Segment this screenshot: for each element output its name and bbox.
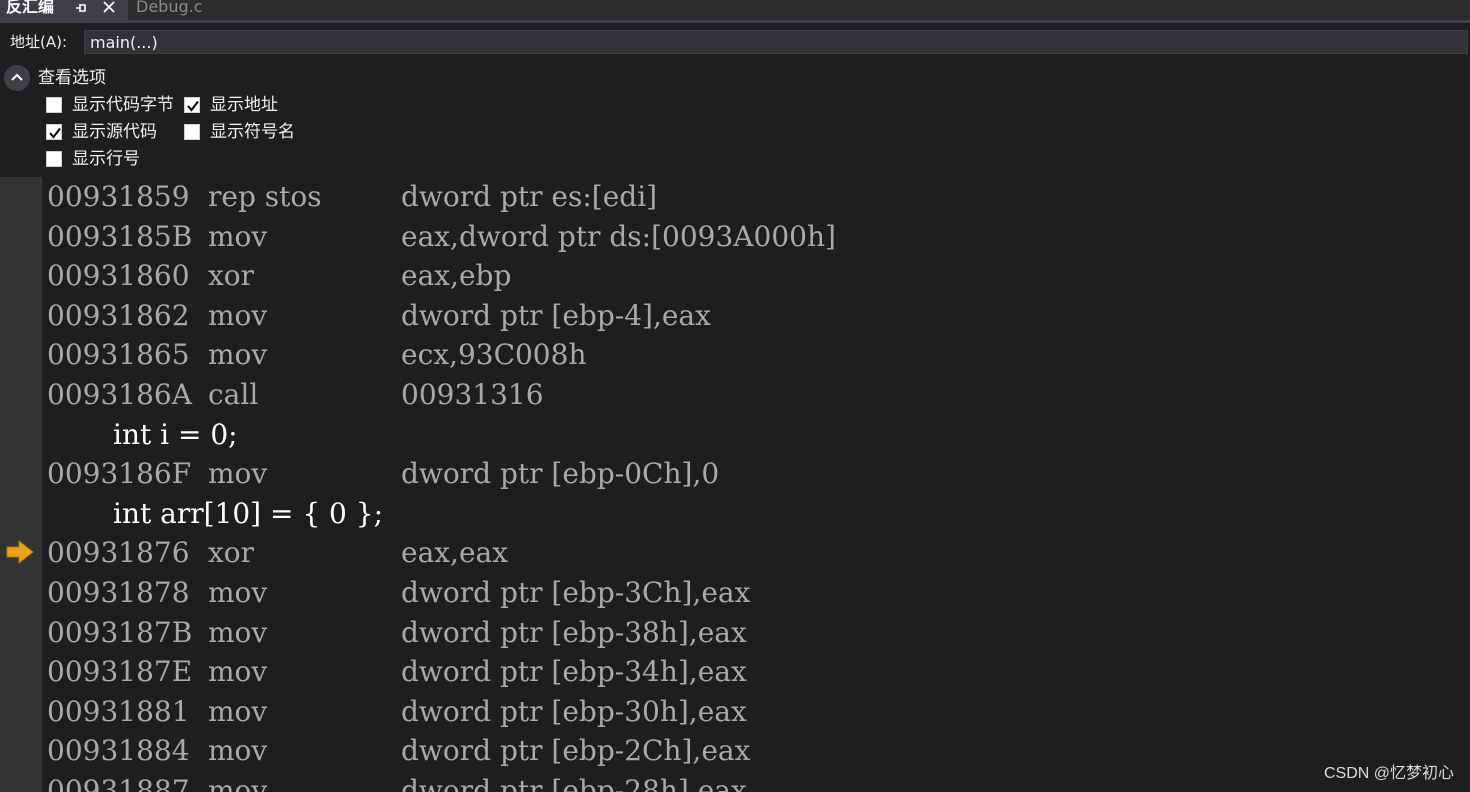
instruction-operands: dword ptr [ebp-0Ch],0 bbox=[401, 457, 720, 491]
tab-disassembly[interactable]: 反汇编 bbox=[0, 0, 127, 20]
instruction-address: 00931876 bbox=[47, 536, 190, 570]
instruction-address: 00931862 bbox=[47, 298, 190, 332]
instruction-mnemonic: xor bbox=[208, 536, 255, 570]
asm-line: 0093187B mov dword ptr [ebp-38h],eax bbox=[47, 613, 747, 652]
asm-line: 00931881 mov dword ptr [ebp-30h],eax bbox=[47, 692, 747, 731]
close-icon[interactable] bbox=[101, 0, 117, 15]
instruction-mnemonic: mov bbox=[208, 457, 268, 491]
asm-line: 00931865 mov ecx,93C008h bbox=[47, 335, 586, 374]
option-label: 显示地址 bbox=[210, 95, 278, 115]
tab-debug-c[interactable]: Debug.c bbox=[127, 0, 274, 20]
instruction-operands: dword ptr [ebp-30h],eax bbox=[401, 694, 747, 728]
instruction-operands: eax,dword ptr ds:[0093A000h] bbox=[401, 219, 836, 253]
view-options-panel: 查看选项 显示代码字节 显示地址 显示源代码 显示符号名 显示行号 bbox=[0, 59, 1470, 177]
instruction-operands: dword ptr [ebp-3Ch],eax bbox=[401, 576, 751, 609]
instruction-operands: dword ptr es:[edi] bbox=[401, 180, 658, 213]
instruction-mnemonic: mov bbox=[208, 615, 268, 649]
source-code: int i = 0; bbox=[113, 417, 238, 451]
checkbox-show-symbol-names[interactable] bbox=[184, 124, 200, 140]
option-show-code-bytes[interactable]: 显示代码字节 bbox=[46, 95, 174, 115]
instruction-mnemonic: xor bbox=[208, 259, 255, 293]
option-show-line-numbers[interactable]: 显示行号 bbox=[46, 149, 140, 169]
checkbox-show-line-numbers[interactable] bbox=[46, 151, 62, 167]
tab-disassembly-label: 反汇编 bbox=[6, 0, 55, 16]
instruction-address: 0093186A bbox=[47, 378, 192, 411]
instruction-address: 0093187E bbox=[47, 655, 193, 689]
asm-line: 0093187E mov dword ptr [ebp-34h],eax bbox=[47, 652, 747, 691]
instruction-mnemonic: mov bbox=[208, 774, 268, 792]
source-line: int i = 0; bbox=[47, 415, 238, 454]
address-input[interactable] bbox=[84, 30, 1468, 54]
instruction-address: 00931887 bbox=[47, 774, 190, 792]
tab-bar: 反汇编 Debug.c bbox=[0, 0, 1470, 20]
option-show-symbol-names[interactable]: 显示符号名 bbox=[184, 122, 295, 142]
instruction-operands: ecx,93C008h bbox=[401, 338, 587, 372]
instruction-address: 0093186F bbox=[47, 457, 192, 491]
current-asm-line: 00931876 xor eax,eax bbox=[47, 533, 508, 572]
tab-underline bbox=[0, 20, 1470, 23]
option-show-address[interactable]: 显示地址 bbox=[184, 95, 278, 115]
option-show-source[interactable]: 显示源代码 bbox=[46, 122, 157, 142]
instruction-mnemonic: mov bbox=[208, 298, 268, 332]
instruction-operands: dword ptr [ebp-34h],eax bbox=[401, 655, 747, 689]
source-line: int arr[10] = { 0 }; bbox=[47, 494, 383, 533]
instruction-operands: dword ptr [ebp-28h],eax bbox=[401, 774, 747, 792]
pin-icon[interactable] bbox=[74, 0, 88, 14]
collapse-icon[interactable] bbox=[4, 65, 30, 91]
tab-debug-c-label: Debug.c bbox=[136, 0, 203, 16]
source-code: int arr[10] = { 0 }; bbox=[113, 496, 384, 530]
option-label: 显示行号 bbox=[72, 149, 140, 169]
instruction-mnemonic: rep stos bbox=[208, 180, 322, 213]
checkbox-show-code-bytes[interactable] bbox=[46, 97, 62, 113]
instruction-address: 00931860 bbox=[47, 259, 190, 293]
address-label: 地址(A): bbox=[10, 33, 68, 51]
instruction-operands: 00931316 bbox=[401, 378, 544, 411]
disassembly-window: 反汇编 Debug.c 地址(A): 查看选项 bbox=[0, 0, 1470, 792]
instruction-mnemonic: mov bbox=[208, 734, 268, 768]
asm-line: 00931878 mov dword ptr [ebp-3Ch],eax bbox=[47, 573, 750, 612]
instruction-address: 00931878 bbox=[47, 576, 190, 609]
checkbox-show-address[interactable] bbox=[184, 97, 200, 113]
instruction-mnemonic: mov bbox=[208, 338, 268, 372]
instruction-operands: eax,eax bbox=[401, 536, 509, 570]
instruction-operands: dword ptr [ebp-38h],eax bbox=[401, 615, 747, 649]
checkbox-show-source[interactable] bbox=[46, 124, 62, 140]
instruction-mnemonic: mov bbox=[208, 694, 268, 728]
asm-line: 00931860 xor eax,ebp bbox=[47, 256, 511, 295]
asm-line: 00931884 mov dword ptr [ebp-2Ch],eax bbox=[47, 731, 750, 770]
current-instruction-arrow-icon bbox=[5, 539, 35, 565]
option-label: 显示代码字节 bbox=[72, 95, 174, 115]
instruction-address: 00931884 bbox=[47, 734, 190, 768]
instruction-address: 0093185B bbox=[47, 219, 193, 253]
address-bar: 地址(A): bbox=[0, 25, 1470, 59]
disassembly-code[interactable]: 00931859 rep stos dword ptr es:[edi] 009… bbox=[47, 177, 1467, 792]
instruction-mnemonic: mov bbox=[208, 219, 268, 253]
instruction-address: 00931865 bbox=[47, 338, 190, 372]
asm-line: 0093186F mov dword ptr [ebp-0Ch],0 bbox=[47, 454, 719, 493]
instruction-mnemonic: mov bbox=[208, 655, 268, 689]
asm-line: 00931862 mov dword ptr [ebp-4],eax bbox=[47, 296, 711, 335]
option-label: 显示符号名 bbox=[210, 122, 295, 142]
instruction-mnemonic: call bbox=[208, 378, 259, 411]
asm-line: 00931859 rep stos dword ptr es:[edi] bbox=[47, 177, 657, 216]
asm-line: 0093185B mov eax,dword ptr ds:[0093A000h… bbox=[47, 217, 836, 256]
view-options-title: 查看选项 bbox=[38, 68, 106, 88]
asm-line: 0093186A call 00931316 bbox=[47, 375, 544, 414]
instruction-operands: dword ptr [ebp-4],eax bbox=[401, 298, 711, 332]
instruction-operands: eax,ebp bbox=[401, 259, 512, 293]
instruction-address: 00931881 bbox=[47, 694, 190, 728]
instruction-address: 0093187B bbox=[47, 615, 193, 649]
indicator-margin[interactable] bbox=[0, 177, 42, 792]
asm-line: 00931887 mov dword ptr [ebp-28h],eax bbox=[47, 771, 747, 792]
instruction-address: 00931859 bbox=[47, 180, 190, 213]
watermark: CSDN @忆梦初心 bbox=[1323, 765, 1454, 782]
instruction-mnemonic: mov bbox=[208, 576, 268, 609]
option-label: 显示源代码 bbox=[72, 122, 157, 142]
instruction-operands: dword ptr [ebp-2Ch],eax bbox=[401, 734, 751, 768]
